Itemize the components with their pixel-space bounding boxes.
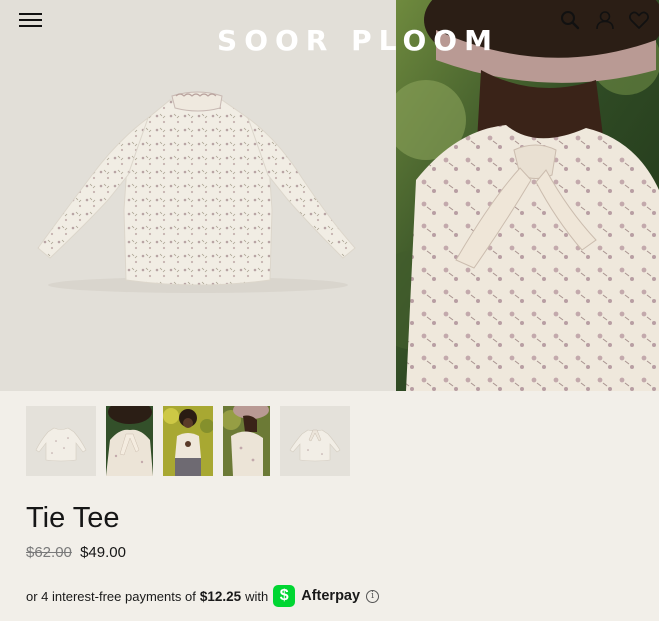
thumbnail-front-worn[interactable] (163, 406, 213, 476)
sale-price: $49.00 (80, 544, 126, 561)
menu-icon-line (19, 19, 42, 21)
main-image-back-tie[interactable] (396, 0, 659, 391)
original-price: $62.00 (26, 544, 72, 561)
back-tie-photo-illustration (396, 0, 659, 391)
product-title: Tie Tee (26, 502, 120, 534)
main-image-flat-front[interactable] (0, 0, 396, 391)
search-icon[interactable] (559, 9, 581, 31)
wishlist-heart-icon[interactable] (628, 9, 650, 31)
thumbnail-flat-front[interactable] (26, 406, 96, 476)
afterpay-message: or 4 interest-free payments of $12.25 wi… (26, 584, 380, 608)
price-row: $62.00 $49.00 (26, 544, 126, 561)
account-icon[interactable] (594, 9, 616, 31)
installment-amount: $12.25 (199, 588, 242, 604)
thumbnail-flat-back[interactable] (280, 406, 350, 476)
cashapp-icon: $ (273, 585, 296, 607)
afterpay-prefix: or 4 interest-free payments of (26, 588, 196, 604)
thumbnail-side-worn[interactable] (223, 406, 270, 476)
menu-icon-line (19, 13, 42, 15)
afterpay-brand: Afterpay (301, 588, 361, 604)
shirt-flat-illustration (37, 91, 356, 293)
thumbnail-back-tie[interactable] (106, 406, 153, 476)
afterpay-with: with (245, 588, 269, 604)
info-icon[interactable]: i (366, 589, 380, 603)
product-image-gallery (0, 0, 659, 391)
